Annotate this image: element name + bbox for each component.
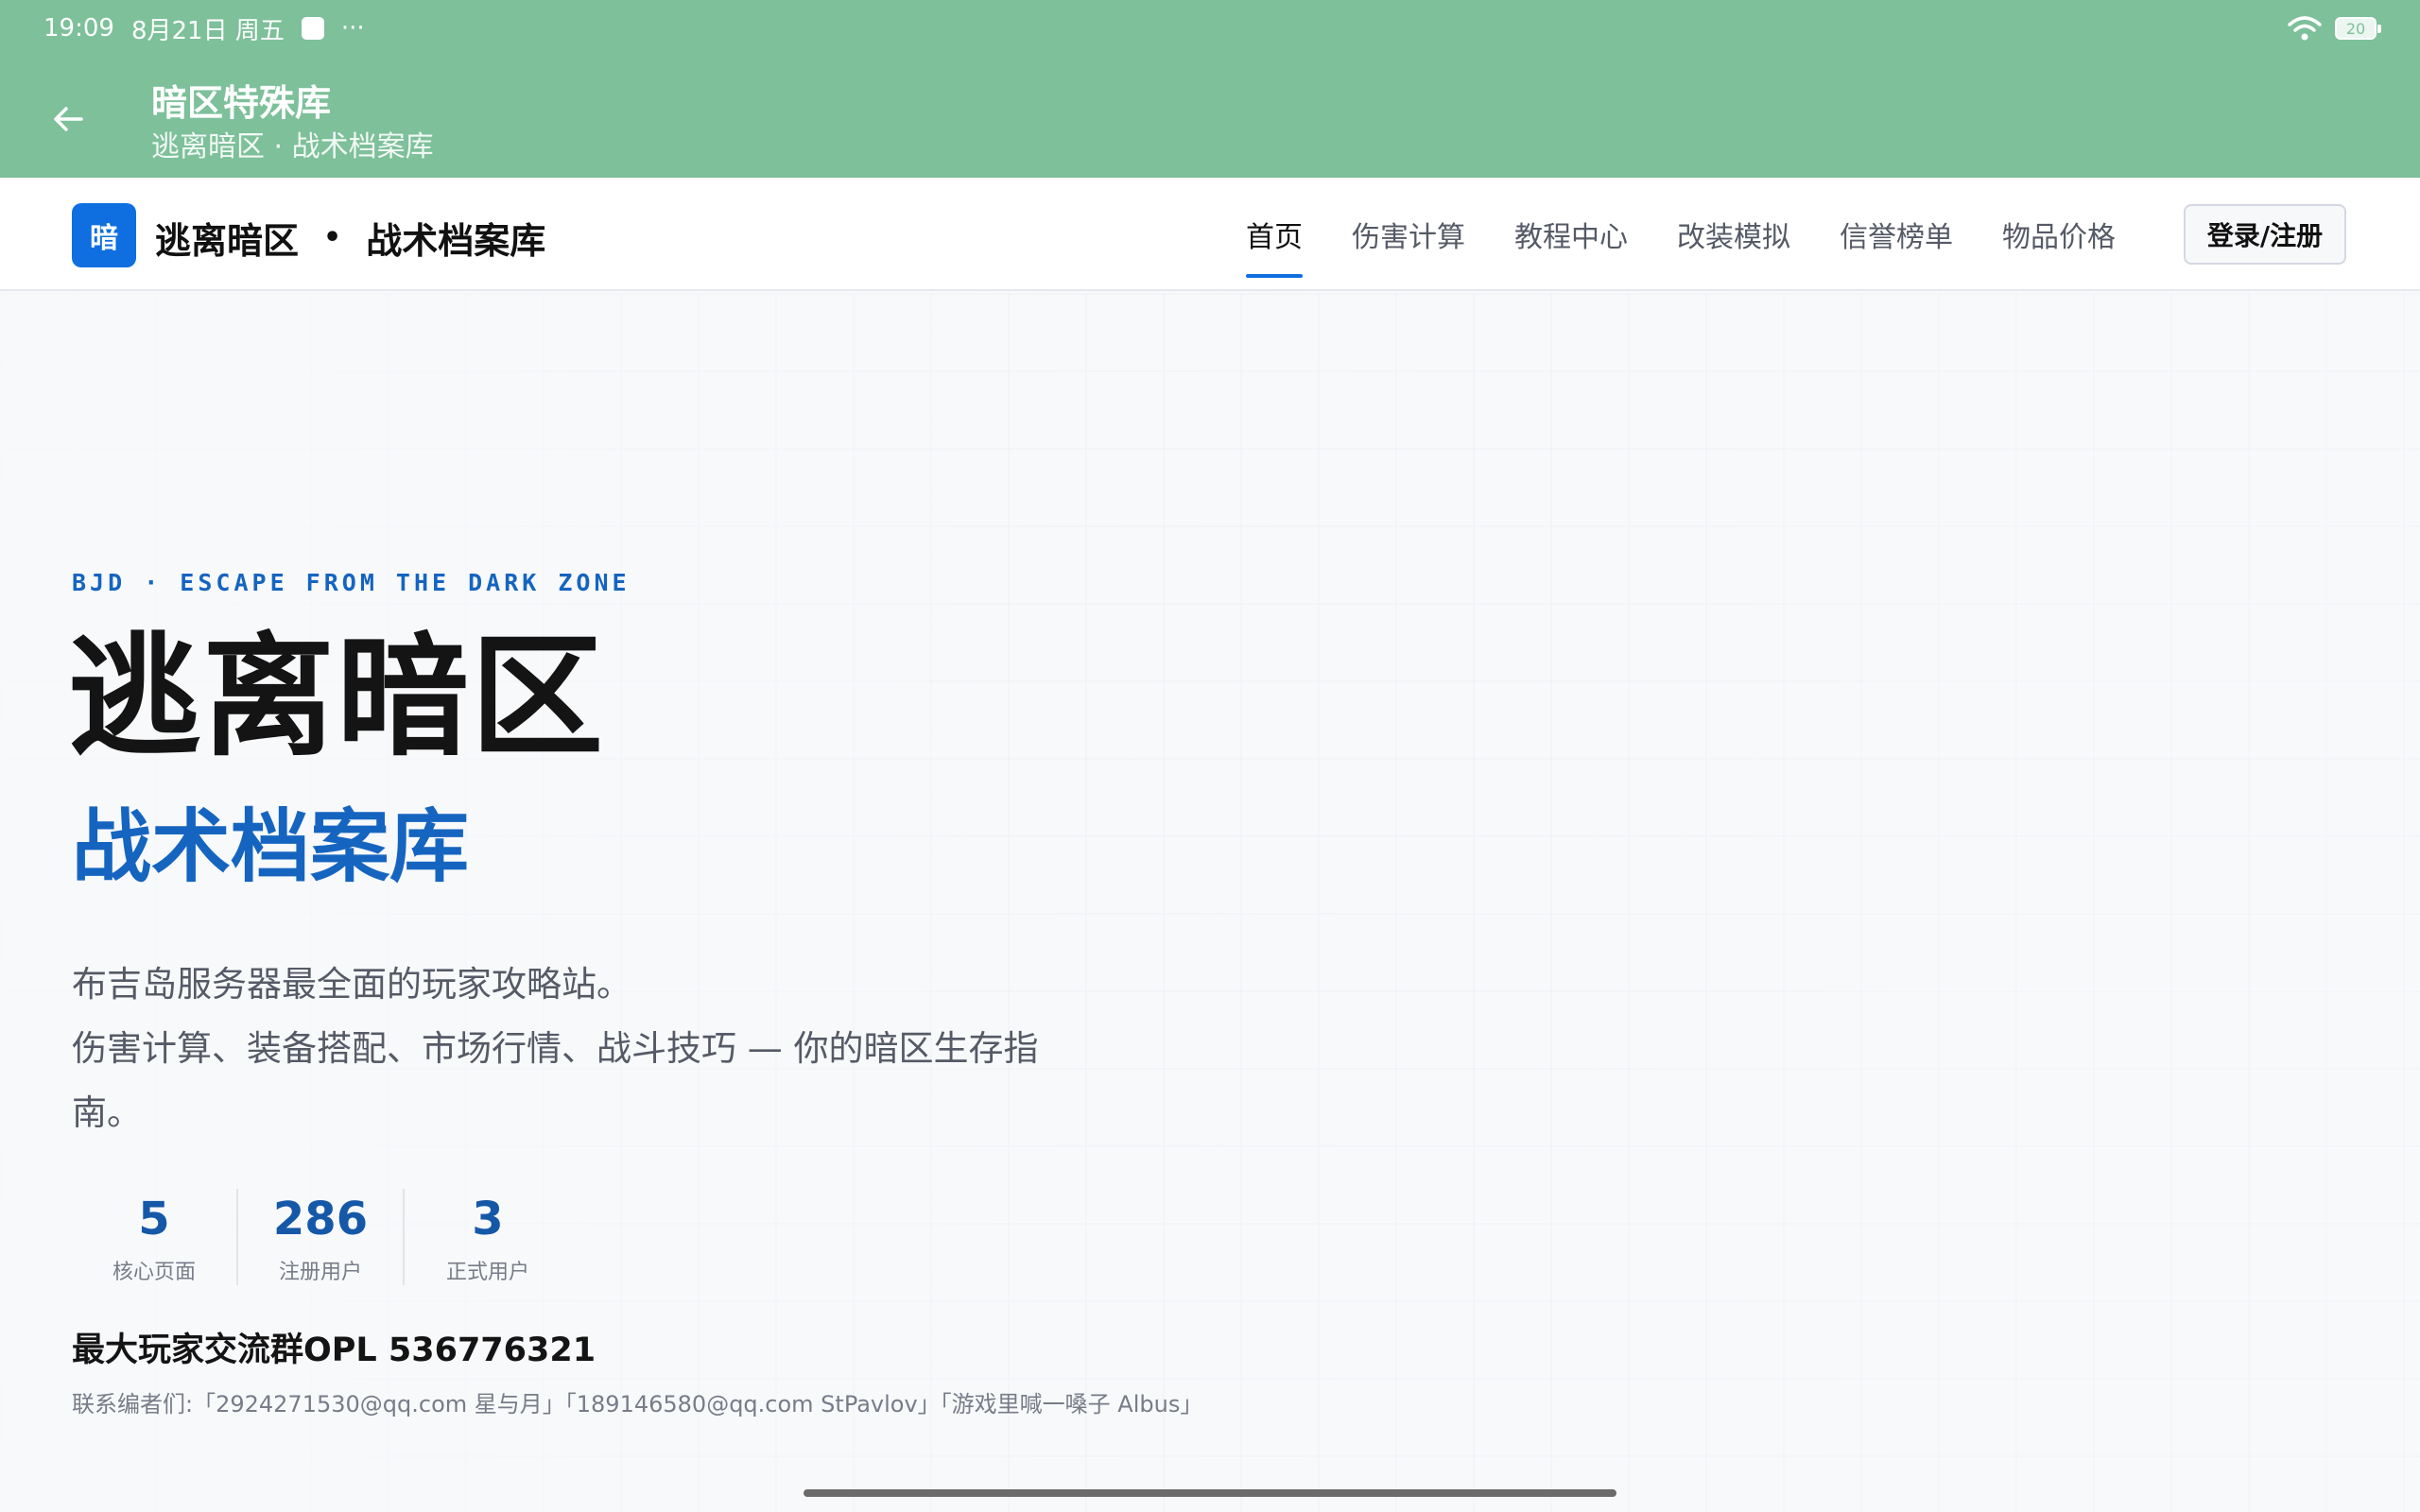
- app-bar: 19:09 8月21日 周五 ··· 20 暗区特殊库 逃离暗区 · 战术档案库: [0, 0, 2420, 178]
- nav-home[interactable]: 首页: [1246, 214, 1303, 278]
- hero-desc-line-1: 布吉岛服务器最全面的玩家攻略站。: [72, 964, 631, 1005]
- arrow-left-icon: [54, 107, 83, 131]
- nav-tutorials[interactable]: 教程中心: [1514, 214, 1628, 278]
- hero-eyebrow: BJD · ESCAPE FROM THE DARK ZONE: [72, 569, 631, 596]
- hero-title: 逃离暗区: [68, 621, 606, 775]
- stat-label: 注册用户: [278, 1261, 362, 1284]
- more-notifications-icon: ···: [340, 14, 365, 43]
- stat-official-users: 3 正式用户: [405, 1189, 571, 1285]
- status-bar: 19:09 8月21日 周五 ···: [43, 11, 365, 45]
- app-subtitle: 逃离暗区 · 战术档案库: [151, 130, 434, 163]
- battery-icon: 20: [2335, 17, 2381, 40]
- back-button[interactable]: [42, 93, 95, 146]
- stats-row: 5 核心页面 286 注册用户 3 正式用户: [72, 1189, 571, 1285]
- stat-value: 3: [472, 1193, 504, 1246]
- stat-label: 核心页面: [112, 1261, 196, 1284]
- hero-subtitle: 战术档案库: [72, 800, 470, 893]
- nav-reputation[interactable]: 信誉榜单: [1840, 214, 1953, 278]
- wifi-icon: [2288, 16, 2322, 41]
- status-date: 8月21日 周五: [130, 16, 285, 45]
- site-header: 暗 逃离暗区 • 战术档案库 首页 伤害计算 教程中心 改装模拟 信誉榜单 物品…: [0, 178, 2420, 291]
- stat-core-pages: 5 核心页面: [72, 1189, 238, 1285]
- nav-damage-calc[interactable]: 伤害计算: [1352, 214, 1465, 278]
- stat-value: 5: [138, 1193, 170, 1246]
- status-icons: 20: [2288, 13, 2381, 43]
- player-group-info: 最大玩家交流群OPL 536776321: [72, 1332, 596, 1369]
- home-indicator[interactable]: [804, 1489, 1616, 1497]
- site-brand[interactable]: 逃离暗区 • 战术档案库: [155, 212, 545, 264]
- nav-mod-sim[interactable]: 改装模拟: [1677, 214, 1790, 278]
- editor-contacts: 联系编者们:「2924271530@qq.com 星与月」「189146580@…: [72, 1391, 1203, 1418]
- nav-item-prices[interactable]: 物品价格: [2002, 214, 2116, 278]
- brand-separator: •: [323, 221, 342, 254]
- site-logo[interactable]: 暗: [72, 203, 136, 267]
- stat-value: 286: [272, 1193, 369, 1246]
- brand-sub: 战术档案库: [366, 220, 546, 262]
- status-time: 19:09: [43, 14, 114, 43]
- notification-icon: [301, 17, 324, 40]
- stat-registered-users: 286 注册用户: [238, 1189, 405, 1285]
- main-nav: 首页 伤害计算 教程中心 改装模拟 信誉榜单 物品价格: [1246, 214, 2116, 278]
- hero-description: 布吉岛服务器最全面的玩家攻略站。 伤害计算、装备搭配、市场行情、战斗技巧 — 你…: [72, 953, 1093, 1145]
- stat-label: 正式用户: [445, 1261, 529, 1284]
- brand-main: 逃离暗区: [155, 220, 300, 262]
- app-title: 暗区特殊库: [151, 82, 332, 124]
- login-register-button[interactable]: 登录/注册: [2184, 204, 2346, 265]
- hero-desc-line-2: 伤害计算、装备搭配、市场行情、战斗技巧 — 你的暗区生存指南。: [72, 1028, 1039, 1133]
